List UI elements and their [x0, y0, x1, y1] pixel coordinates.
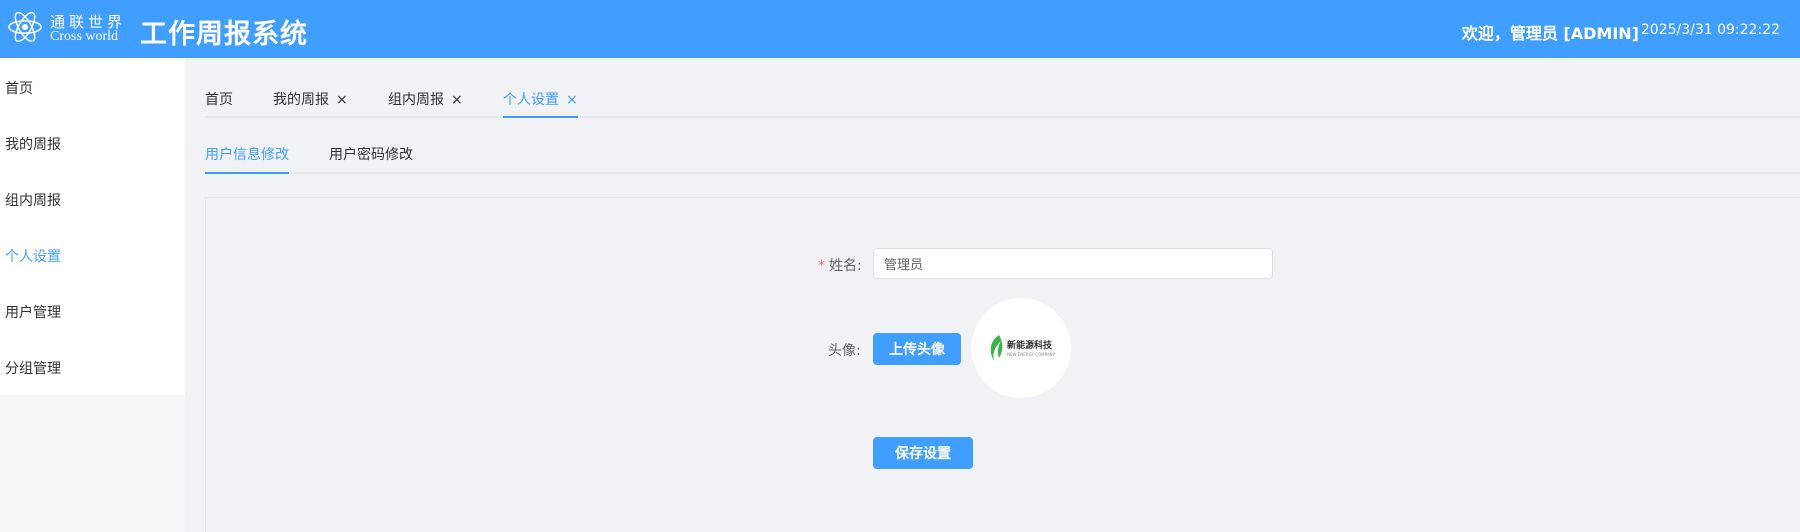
brand-name-en: Cross world: [50, 29, 119, 44]
settings-subtabs: 用户信息修改 用户密码修改: [205, 134, 1800, 174]
avatar-logo-subtext: NEW ENERGY COMPANY: [1007, 352, 1055, 357]
sidebar-item-group-management[interactable]: 分组管理: [5, 358, 61, 378]
tab-label: 我的周报: [273, 92, 329, 108]
required-mark: *: [818, 258, 825, 274]
close-icon[interactable]: ×: [336, 92, 348, 108]
tab-personal-settings[interactable]: 个人设置 ×: [503, 89, 578, 109]
save-settings-button[interactable]: 保存设置: [873, 437, 973, 469]
sidebar: 首页 我的周报 组内周报 个人设置 用户管理 分组管理: [0, 58, 185, 395]
sidebar-item-group-reports[interactable]: 组内周报: [5, 190, 61, 210]
subtab-password[interactable]: 用户密码修改: [329, 144, 413, 164]
sidebar-item-user-management[interactable]: 用户管理: [5, 302, 61, 322]
app-header: 通联世界 Cross world 工作周报系统 欢迎，管理员 [ADMIN] 2…: [0, 0, 1800, 58]
welcome-text: 欢迎，管理员 [ADMIN]: [1461, 24, 1639, 43]
name-label-text: 姓名:: [829, 258, 862, 274]
name-input[interactable]: [873, 248, 1273, 279]
tab-group-reports[interactable]: 组内周报 ×: [388, 89, 463, 109]
sidebar-item-home[interactable]: 首页: [5, 78, 33, 98]
avatar-label: 头像:: [828, 343, 861, 359]
avatar: 新能源科技 NEW ENERGY COMPANY: [971, 298, 1071, 398]
active-tab-indicator: [503, 116, 578, 118]
leaf-icon: [990, 335, 1003, 361]
sidebar-item-personal-settings[interactable]: 个人设置: [5, 246, 61, 266]
sidebar-item-my-reports[interactable]: 我的周报: [5, 134, 61, 154]
avatar-logo-text: 新能源科技: [1007, 341, 1053, 351]
atom-icon: [8, 11, 42, 43]
close-icon[interactable]: ×: [566, 92, 578, 108]
tab-my-reports[interactable]: 我的周报 ×: [273, 89, 348, 109]
active-subtab-indicator: [205, 172, 289, 174]
tab-home[interactable]: 首页: [205, 89, 233, 109]
subtab-user-info[interactable]: 用户信息修改: [205, 144, 289, 164]
tab-label: 首页: [205, 92, 233, 108]
page-tabs: 首页 我的周报 × 组内周报 × 个人设置 ×: [205, 80, 1800, 118]
tab-label: 个人设置: [503, 92, 559, 108]
upload-avatar-button[interactable]: 上传头像: [873, 333, 961, 365]
name-label: * 姓名:: [818, 255, 862, 275]
app-title: 工作周报系统: [140, 19, 308, 50]
close-icon[interactable]: ×: [451, 92, 463, 108]
tab-label: 组内周报: [388, 92, 444, 108]
datetime-text: 2025/3/31 09:22:22: [1640, 22, 1780, 38]
